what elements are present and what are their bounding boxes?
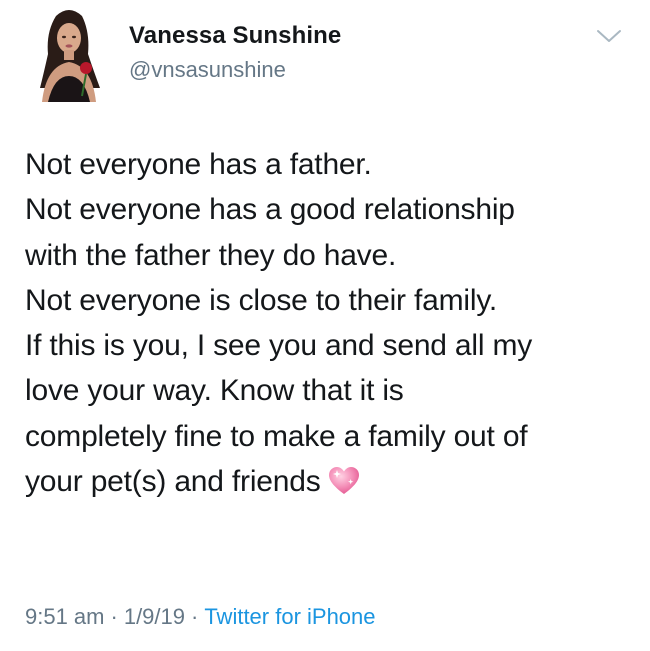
- tweet-line: Not everyone has a father.: [25, 148, 372, 181]
- chevron-down-icon[interactable]: [596, 27, 622, 45]
- tweet-line: love your way. Know that it is: [25, 374, 404, 408]
- profile-photo-avatar: [34, 6, 104, 102]
- tweet-line-text: your pet(s) and friends: [25, 465, 321, 499]
- tweet-line: Not everyone has a good relationship: [25, 193, 515, 227]
- tweet-time[interactable]: 9:51 am: [25, 604, 105, 629]
- tweet-line: Not everyone is close to their family.: [25, 283, 498, 317]
- avatar[interactable]: [34, 6, 104, 102]
- tweet-line-last: your pet(s) and friends: [25, 459, 625, 504]
- author-handle[interactable]: @vnsasunshine: [129, 57, 286, 83]
- tweet-meta: 9:51 am · 1/9/19 · Twitter for iPhone: [25, 604, 376, 630]
- meta-separator: ·: [110, 604, 118, 629]
- tweet-body: Not everyone has a father. Not everyone …: [25, 142, 625, 504]
- meta-separator: ·: [191, 604, 199, 629]
- tweet-source-link[interactable]: Twitter for iPhone: [204, 604, 375, 629]
- tweet-card: Vanessa Sunshine @vnsasunshine Not every…: [0, 0, 650, 651]
- sparkling-heart-icon: [327, 465, 361, 497]
- tweet-line: with the father they do have.: [25, 238, 397, 272]
- tweet-date[interactable]: 1/9/19: [124, 604, 185, 629]
- author-display-name[interactable]: Vanessa Sunshine: [129, 22, 341, 50]
- tweet-line: completely fine to make a family out of: [25, 419, 528, 453]
- tweet-line: If this is you, I see you and send all m…: [25, 329, 533, 363]
